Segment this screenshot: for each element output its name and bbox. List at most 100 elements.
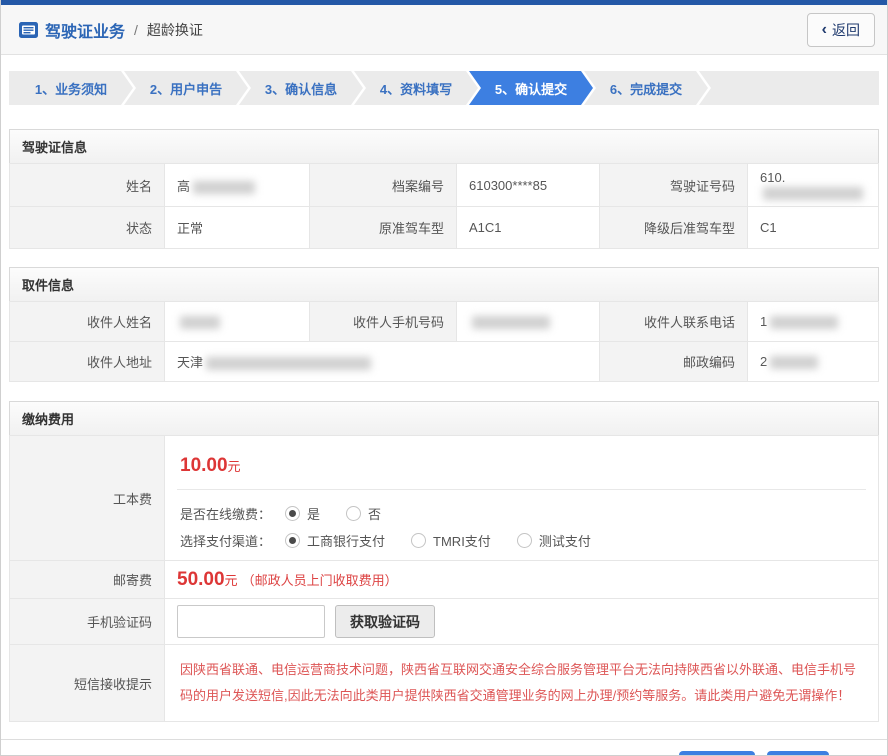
file-number-value: 610300****85 [457, 164, 600, 207]
original-class-label: 原准驾车型 [310, 207, 457, 249]
redacted-name [193, 181, 255, 194]
license-number-value: 610. [748, 164, 879, 207]
radio-selected-icon [285, 506, 300, 521]
postal-code-value: 2 [748, 342, 879, 382]
recipient-phone-value [457, 302, 600, 342]
name-label: 姓名 [10, 164, 165, 207]
get-code-button[interactable]: 获取验证码 [335, 605, 435, 638]
production-fee-label: 工本费 [10, 436, 165, 561]
sms-code-row: 手机验证码 获取验证码 [10, 599, 879, 645]
sms-code-label: 手机验证码 [10, 599, 165, 645]
page-title: 驾驶证业务 [45, 18, 125, 42]
redacted-address [206, 357, 371, 370]
pickup-info-section-title: 取件信息 [9, 267, 879, 301]
fee-section-title: 缴纳费用 [9, 401, 879, 435]
status-label: 状态 [10, 207, 165, 249]
radio-unselected-icon [517, 533, 532, 548]
sms-tip-text: 因陕西省联通、电信运营商技术问题，陕西省互联网交通安全综合服务管理平台无法向持陕… [177, 651, 866, 715]
step-label: 1、业务须知 [35, 79, 107, 98]
file-number-label: 档案编号 [310, 164, 457, 207]
fee-section: 缴纳费用 工本费 10.00元 是否在线缴费： 是 否 [9, 401, 879, 722]
step-4-fill-data[interactable]: 4、资料填写 [354, 71, 478, 105]
production-fee-row: 工本费 10.00元 是否在线缴费： 是 否 [10, 436, 879, 561]
radio-online-yes[interactable]: 是 [285, 504, 320, 523]
footer-actions: 上一步 完成 [1, 740, 887, 756]
license-number-label: 驾驶证号码 [600, 164, 748, 207]
back-button-label: 返回 [832, 20, 860, 40]
table-row: 状态 正常 原准驾车型 A1C1 降级后准驾车型 C1 [10, 207, 879, 249]
radio-channel-test[interactable]: 测试支付 [517, 531, 591, 550]
original-class-value: A1C1 [457, 207, 600, 249]
page: 驾驶证业务 / 超龄换证 ‹ 返回 1、业务须知 2、用户申告 3、确认信息 4… [0, 0, 888, 756]
radio-selected-icon [285, 533, 300, 548]
name-value: 高 [165, 164, 310, 207]
redacted-postal-code [770, 356, 818, 369]
sms-tip-row: 短信接收提示 因陕西省联通、电信运营商技术问题，陕西省互联网交通安全综合服务管理… [10, 645, 879, 722]
radio-unselected-icon [411, 533, 426, 548]
sms-code-cell: 获取验证码 [165, 599, 879, 645]
step-3-confirm-info[interactable]: 3、确认信息 [239, 71, 363, 105]
table-row: 收件人地址 天津 邮政编码 2 [10, 342, 879, 382]
radio-label: 是 [307, 504, 320, 523]
step-label: 5、确认提交 [495, 79, 567, 98]
redacted-contact-phone [770, 316, 838, 329]
page-header: 驾驶证业务 / 超龄换证 ‹ 返回 [1, 5, 887, 55]
mail-fee-row: 邮寄费 50.00元（邮政人员上门收取费用） [10, 561, 879, 599]
breadcrumb-separator: / [134, 22, 138, 38]
step-label: 4、资料填写 [380, 79, 452, 98]
table-row: 姓名 高 档案编号 610300****85 驾驶证号码 610. [10, 164, 879, 207]
divider [177, 489, 866, 490]
mail-fee-note: （邮政人员上门收取费用） [242, 573, 398, 588]
radio-label: 否 [368, 504, 381, 523]
step-label: 2、用户申告 [150, 79, 222, 98]
radio-label: 工商银行支付 [307, 531, 385, 550]
redacted-license-number [763, 187, 863, 200]
postal-code-label: 邮政编码 [600, 342, 748, 382]
recipient-name-label: 收件人姓名 [10, 302, 165, 342]
radio-channel-icbc[interactable]: 工商银行支付 [285, 531, 385, 550]
radio-channel-tmri[interactable]: TMRI支付 [411, 531, 491, 550]
redacted-recipient-name [180, 316, 220, 329]
step-wizard-filler [699, 71, 879, 105]
breadcrumb: 驾驶证业务 / 超龄换证 [19, 18, 807, 42]
pay-channel-label: 选择支付渠道： [180, 531, 271, 550]
contact-phone-label: 收件人联系电话 [600, 302, 748, 342]
sms-tip-cell: 因陕西省联通、电信运营商技术问题，陕西省互联网交通安全综合服务管理平台无法向持陕… [165, 645, 879, 722]
license-info-section: 驾驶证信息 姓名 高 档案编号 610300****85 驾驶证号码 610. … [9, 129, 879, 249]
finish-button[interactable]: 完成 [767, 751, 829, 756]
step-wizard: 1、业务须知 2、用户申告 3、确认信息 4、资料填写 5、确认提交 6、完成提… [9, 71, 879, 105]
previous-step-button[interactable]: 上一步 [679, 751, 755, 756]
license-info-section-title: 驾驶证信息 [9, 129, 879, 163]
online-pay-row: 是否在线缴费： 是 否 [177, 500, 866, 527]
mail-fee-label: 邮寄费 [10, 561, 165, 599]
radio-unselected-icon [346, 506, 361, 521]
license-business-icon [19, 22, 38, 38]
mail-fee-cell: 50.00元（邮政人员上门收取费用） [165, 561, 879, 599]
license-info-table: 姓名 高 档案编号 610300****85 驾驶证号码 610. 状态 正常 … [9, 163, 879, 249]
radio-online-no[interactable]: 否 [346, 504, 381, 523]
recipient-name-value [165, 302, 310, 342]
fee-table: 工本费 10.00元 是否在线缴费： 是 否 [9, 435, 879, 722]
online-pay-label: 是否在线缴费： [180, 504, 271, 523]
step-label: 6、完成提交 [610, 79, 682, 98]
downgraded-class-label: 降级后准驾车型 [600, 207, 748, 249]
production-fee-amount: 10.00元 [177, 442, 866, 489]
pickup-info-section: 取件信息 收件人姓名 收件人手机号码 收件人联系电话 1 收件人地址 天津 邮政… [9, 267, 879, 382]
step-label: 3、确认信息 [265, 79, 337, 98]
step-5-confirm-submit[interactable]: 5、确认提交 [469, 71, 593, 105]
downgraded-class-value: C1 [748, 207, 879, 249]
recipient-address-label: 收件人地址 [10, 342, 165, 382]
radio-label: 测试支付 [539, 531, 591, 550]
sms-code-input[interactable] [177, 605, 325, 638]
redacted-recipient-phone [472, 316, 550, 329]
back-chevron-icon: ‹ [822, 22, 827, 38]
page-subtitle: 超龄换证 [147, 20, 203, 40]
back-button[interactable]: ‹ 返回 [807, 13, 875, 47]
contact-phone-value: 1 [748, 302, 879, 342]
step-2-user-declaration[interactable]: 2、用户申告 [124, 71, 248, 105]
pay-channel-row: 选择支付渠道： 工商银行支付 TMRI支付 测试支付 [177, 527, 866, 554]
step-6-complete-submit[interactable]: 6、完成提交 [584, 71, 708, 105]
recipient-address-value: 天津 [165, 342, 600, 382]
sms-tip-label: 短信接收提示 [10, 645, 165, 722]
step-1-business-notice[interactable]: 1、业务须知 [9, 71, 133, 105]
